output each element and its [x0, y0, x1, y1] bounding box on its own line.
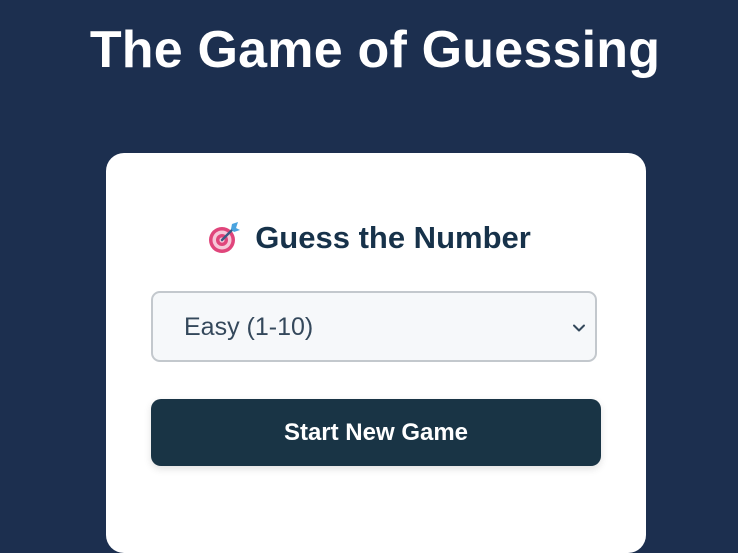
chevron-down-icon [571, 321, 587, 333]
target-icon [207, 221, 241, 255]
page-title: The Game of Guessing [89, 21, 661, 79]
card-header: Guess the Number [0, 216, 738, 260]
card-title: Guess the Number [255, 220, 531, 255]
difficulty-select[interactable]: Easy (1-10) [151, 291, 597, 362]
difficulty-select-value: Easy (1-10) [184, 312, 314, 341]
start-new-game-button[interactable]: Start New Game [151, 399, 601, 466]
